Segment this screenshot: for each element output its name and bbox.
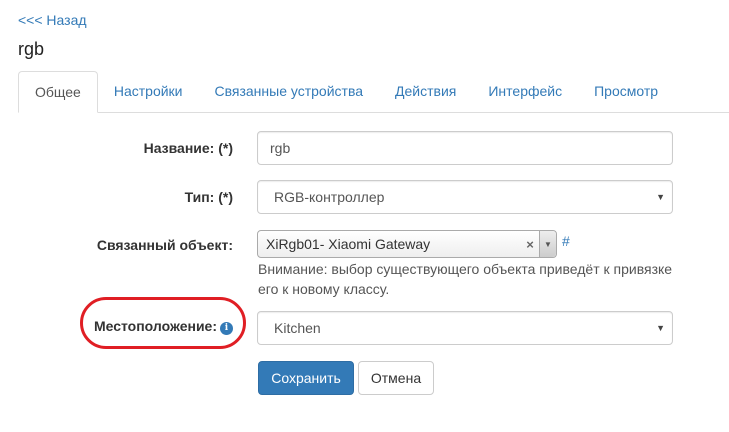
name-label: Название: (*) [143, 140, 233, 156]
tab-interface[interactable]: Интерфейс [472, 71, 578, 112]
linked-object-label: Связанный объект: [96, 237, 233, 253]
tab-general[interactable]: Общее [18, 71, 98, 113]
save-button[interactable]: Сохранить [258, 361, 354, 395]
name-input-value: rgb [270, 140, 291, 156]
combo-arrow-glyph: ▼ [544, 239, 552, 249]
linked-object-value: XiRgb01- Xiaomi Gateway [266, 236, 431, 252]
tab-actions[interactable]: Действия [379, 71, 472, 112]
chevron-down-icon: ▼ [656, 323, 665, 333]
page-title: rgb [18, 39, 45, 59]
type-select-value: RGB-контроллер [274, 189, 385, 205]
location-label: Местоположение: [93, 318, 217, 334]
chevron-down-icon[interactable]: ▼ [539, 231, 556, 257]
tab-preview[interactable]: Просмотр [578, 71, 674, 112]
linked-object-hint: Внимание: выбор существующего объекта пр… [258, 261, 673, 297]
clear-icon[interactable]: × [521, 237, 539, 252]
location-label-group: Местоположение: i [94, 318, 233, 335]
location-select-value: Kitchen [274, 320, 321, 336]
linked-object-hash-link[interactable]: # [562, 233, 570, 249]
location-select[interactable]: Kitchen ▼ [257, 311, 673, 345]
tab-settings[interactable]: Настройки [98, 71, 199, 112]
name-input[interactable]: rgb [257, 131, 673, 165]
type-select[interactable]: RGB-контроллер ▼ [257, 180, 673, 214]
page: <<< Назад rgb Общее Настройки Связанные … [0, 0, 729, 432]
type-label: Тип: (*) [184, 189, 233, 205]
tab-bar: Общее Настройки Связанные устройства Дей… [18, 70, 729, 113]
cancel-button[interactable]: Отмена [358, 361, 434, 395]
tab-linked-devices[interactable]: Связанные устройства [199, 71, 380, 112]
back-link[interactable]: <<< Назад [18, 12, 87, 28]
chevron-down-icon: ▼ [656, 192, 665, 202]
info-icon[interactable]: i [220, 322, 233, 335]
linked-object-combobox[interactable]: XiRgb01- Xiaomi Gateway × ▼ [257, 230, 557, 258]
